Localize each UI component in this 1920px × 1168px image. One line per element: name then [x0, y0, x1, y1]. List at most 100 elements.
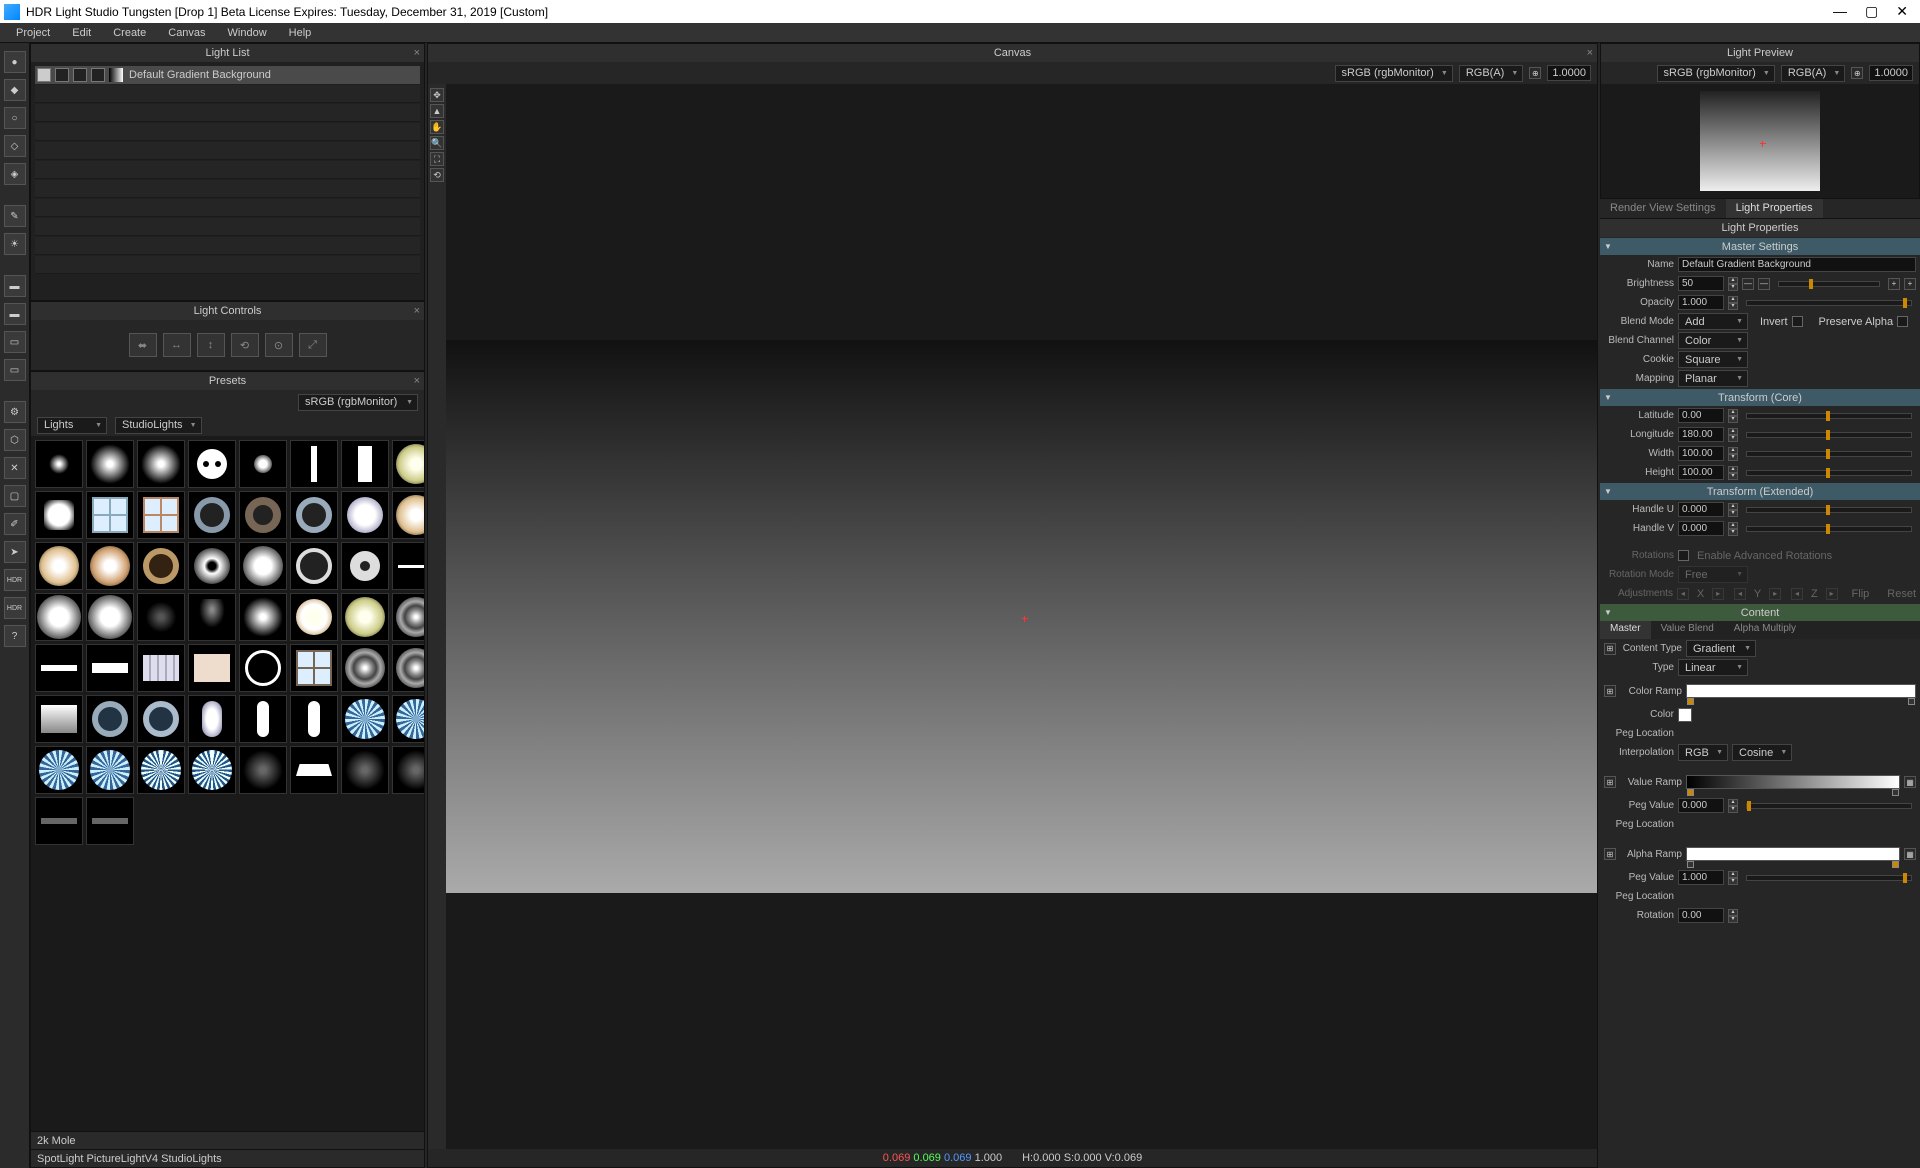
rotation-input[interactable]: [1678, 908, 1724, 923]
preset-thumb[interactable]: [290, 491, 338, 539]
plus-icon[interactable]: +: [1904, 278, 1916, 290]
tool-grad1-icon[interactable]: ▬: [4, 275, 26, 297]
render-toggle[interactable]: [91, 68, 105, 82]
preset-thumb[interactable]: [290, 746, 338, 794]
longitude-slider[interactable]: [1746, 432, 1912, 438]
tool-hex-light-icon[interactable]: ◆: [4, 79, 26, 101]
blend-channel-dropdown[interactable]: Color: [1678, 332, 1748, 349]
link-icon[interactable]: —: [1758, 278, 1770, 290]
list-item[interactable]: [35, 123, 420, 141]
expand-icon[interactable]: ⊞: [1604, 776, 1616, 788]
preset-thumb[interactable]: [341, 644, 389, 692]
interp-space-dropdown[interactable]: RGB: [1678, 744, 1728, 761]
preset-thumb[interactable]: [290, 695, 338, 743]
width-slider[interactable]: [1746, 451, 1912, 457]
canvas-exposure[interactable]: 1.0000: [1547, 65, 1591, 81]
section-transform-ext[interactable]: ▼Transform (Extended): [1600, 483, 1920, 500]
tab-light-properties[interactable]: Light Properties: [1726, 199, 1823, 218]
tool-arrow-icon[interactable]: ➤: [4, 541, 26, 563]
canvas-viewport[interactable]: [446, 84, 1597, 1149]
preset-thumb[interactable]: [137, 593, 185, 641]
preset-thumb[interactable]: [341, 542, 389, 590]
preset-thumb[interactable]: [137, 644, 185, 692]
preset-thumb[interactable]: [341, 695, 389, 743]
height-input[interactable]: [1678, 465, 1724, 480]
tool-round-light-icon[interactable]: ●: [4, 51, 26, 73]
preset-thumb[interactable]: [392, 593, 424, 641]
close-icon[interactable]: ×: [414, 375, 420, 387]
preset-thumb[interactable]: [188, 746, 236, 794]
name-input[interactable]: [1678, 257, 1916, 272]
spinner[interactable]: ▴▾: [1728, 522, 1738, 536]
tab-render-view[interactable]: Render View Settings: [1600, 199, 1726, 218]
list-item[interactable]: [35, 256, 420, 274]
select-tool-icon[interactable]: ▲: [430, 104, 444, 118]
brightness-slider[interactable]: [1778, 281, 1880, 287]
preset-thumb[interactable]: [86, 797, 134, 845]
tool-delete-icon[interactable]: ✕: [4, 457, 26, 479]
preset-category-dropdown[interactable]: Lights: [37, 417, 107, 434]
spinner[interactable]: ▴▾: [1728, 503, 1738, 517]
brightness-input[interactable]: [1678, 276, 1724, 291]
preset-thumb[interactable]: [290, 644, 338, 692]
preset-thumb[interactable]: [137, 746, 185, 794]
preset-thumb[interactable]: [188, 491, 236, 539]
spinner[interactable]: ▴▾: [1728, 409, 1738, 423]
preset-thumb[interactable]: [239, 746, 287, 794]
menu-canvas[interactable]: Canvas: [158, 25, 215, 41]
preset-thumb[interactable]: [188, 644, 236, 692]
tool-picker-icon[interactable]: ✎: [4, 205, 26, 227]
spinner[interactable]: ▴▾: [1728, 296, 1738, 310]
preset-thumb[interactable]: [341, 440, 389, 488]
handle-v-input[interactable]: [1678, 521, 1724, 536]
tool-atom-icon[interactable]: ⬡: [4, 429, 26, 451]
spinner[interactable]: ▴▾: [1728, 466, 1738, 480]
preset-thumb[interactable]: [35, 644, 83, 692]
menu-help[interactable]: Help: [279, 25, 322, 41]
spinner[interactable]: ▴▾: [1728, 428, 1738, 442]
color-ramp[interactable]: [1686, 684, 1916, 698]
preset-thumb[interactable]: [137, 491, 185, 539]
preset-thumb[interactable]: [137, 440, 185, 488]
preset-thumb[interactable]: [392, 491, 424, 539]
tool-grad2-icon[interactable]: ▬: [4, 303, 26, 325]
preset-thumb[interactable]: [188, 542, 236, 590]
light-list-item[interactable]: Default Gradient Background: [35, 66, 420, 84]
value-ramp[interactable]: [1686, 775, 1900, 789]
preset-thumb[interactable]: [341, 491, 389, 539]
tool-settings-icon[interactable]: ⚙: [4, 401, 26, 423]
preset-thumb[interactable]: [239, 491, 287, 539]
preset-thumb[interactable]: [290, 593, 338, 641]
preview-viewport[interactable]: [1601, 84, 1919, 198]
preset-grid[interactable]: [31, 436, 424, 1131]
list-item[interactable]: [35, 104, 420, 122]
tool-sun-icon[interactable]: ☀: [4, 233, 26, 255]
preview-colorspace-dropdown[interactable]: sRGB (rgbMonitor): [1657, 65, 1775, 82]
preset-thumb[interactable]: [86, 746, 134, 794]
preset-thumb[interactable]: [137, 695, 185, 743]
preset-thumb[interactable]: [86, 440, 134, 488]
rotate-button[interactable]: ⟲: [231, 333, 259, 357]
preserve-alpha-checkbox[interactable]: [1897, 316, 1908, 327]
hand-tool-icon[interactable]: ✋: [430, 120, 444, 134]
section-master[interactable]: ▼Master Settings: [1600, 238, 1920, 255]
exposure-icon[interactable]: ⊕: [1529, 67, 1541, 79]
solo-toggle[interactable]: [55, 68, 69, 82]
preset-thumb[interactable]: [35, 491, 83, 539]
move-free-button[interactable]: ⬌: [129, 333, 157, 357]
preset-thumb[interactable]: [341, 746, 389, 794]
opacity-slider[interactable]: [1746, 300, 1912, 306]
canvas-colorspace-dropdown[interactable]: sRGB (rgbMonitor): [1335, 65, 1453, 82]
preset-thumb[interactable]: [341, 593, 389, 641]
preset-thumb[interactable]: [392, 644, 424, 692]
spinner[interactable]: ▴▾: [1728, 909, 1738, 923]
peg-value-input[interactable]: [1678, 798, 1724, 813]
latitude-slider[interactable]: [1746, 413, 1912, 419]
preset-thumb[interactable]: [188, 593, 236, 641]
lock-toggle[interactable]: [73, 68, 87, 82]
preset-thumb[interactable]: [35, 797, 83, 845]
handle-u-input[interactable]: [1678, 502, 1724, 517]
list-item[interactable]: [35, 161, 420, 179]
reset-tool-icon[interactable]: ⟲: [430, 168, 444, 182]
cookie-dropdown[interactable]: Square: [1678, 351, 1748, 368]
